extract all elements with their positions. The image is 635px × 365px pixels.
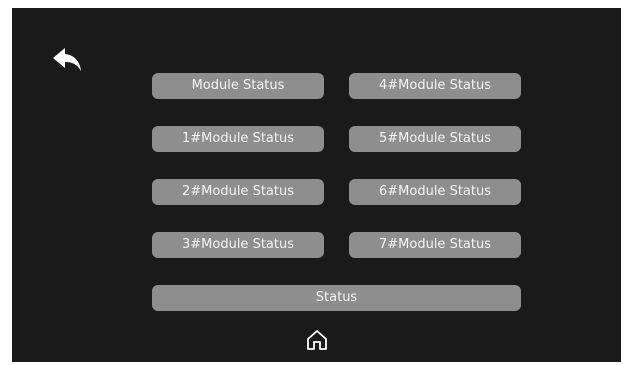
status-button[interactable]: Status <box>152 285 521 311</box>
module-6-status-label: 6#Module Status <box>379 184 491 199</box>
back-button[interactable] <box>50 46 84 74</box>
module-6-status-button[interactable]: 6#Module Status <box>349 179 521 205</box>
module-3-status-button[interactable]: 3#Module Status <box>152 232 324 258</box>
home-button[interactable] <box>305 328 329 352</box>
module-2-status-button[interactable]: 2#Module Status <box>152 179 324 205</box>
hmi-screen: Module Status 1#Module Status 2#Module S… <box>12 8 621 362</box>
module-2-status-label: 2#Module Status <box>182 184 294 199</box>
module-5-status-label: 5#Module Status <box>379 131 491 146</box>
module-1-status-button[interactable]: 1#Module Status <box>152 126 324 152</box>
module-status-label: Module Status <box>191 78 285 93</box>
module-4-status-button[interactable]: 4#Module Status <box>349 73 521 99</box>
module-5-status-button[interactable]: 5#Module Status <box>349 126 521 152</box>
back-arrow-icon <box>53 48 81 71</box>
module-7-status-label: 7#Module Status <box>379 237 491 252</box>
module-3-status-label: 3#Module Status <box>182 237 294 252</box>
module-status-button[interactable]: Module Status <box>152 73 324 99</box>
module-4-status-label: 4#Module Status <box>379 78 491 93</box>
module-7-status-button[interactable]: 7#Module Status <box>349 232 521 258</box>
home-icon <box>307 330 327 350</box>
status-label: Status <box>315 290 358 305</box>
module-1-status-label: 1#Module Status <box>182 131 294 146</box>
